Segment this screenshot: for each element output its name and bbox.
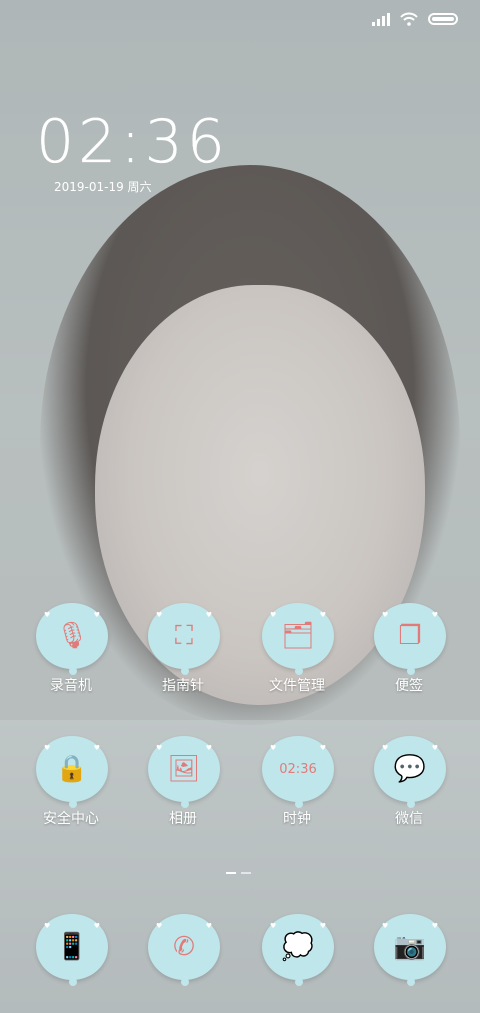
app-icon-bubble[interactable]: ♥ ♥ ⛶ [148, 603, 220, 675]
app-icon-bubble[interactable]: ♥ ♥ 📱 [36, 914, 108, 986]
app-icon-bubble[interactable]: ♥ ♥ 🎙 [36, 603, 108, 675]
app-icon-bubble[interactable]: ♥ ♥ 🗂 [262, 603, 334, 675]
app-icon-bubble[interactable]: ♥ ♥ 🔒 [36, 736, 108, 808]
page-dot [241, 872, 251, 874]
message-icon: 💭 [281, 932, 315, 962]
app-label: 时钟 [283, 811, 311, 827]
lock-icon: 🔒 [55, 754, 89, 784]
clock-icon: 02:36 [279, 761, 317, 777]
camera-icon: 📷 [393, 932, 427, 962]
app-label: 相册 [169, 811, 197, 827]
page-dot-active [226, 872, 236, 874]
wifi-icon [400, 12, 418, 26]
clock-date: 2019-01-19 周六 [54, 180, 152, 194]
app-icon-bubble[interactable]: ♥ ♥ ❐ [374, 603, 446, 675]
app-icon-bubble[interactable]: ♥ ♥ 📷 [374, 914, 446, 986]
app-icon-bubble[interactable]: ♥ ♥ 💬 [374, 736, 446, 808]
app-icon-bubble[interactable]: ♥ ♥ 02:36 [262, 736, 334, 808]
photo-icon: 🖼 [167, 754, 201, 784]
app-icon-bubble[interactable]: ♥ ♥ ✆ [148, 914, 220, 986]
clock-time: 02:36 [36, 107, 229, 177]
status-bar [372, 12, 458, 26]
folder-tray-icon: 🗂 [281, 621, 315, 651]
app-label: 文件管理 [269, 678, 325, 694]
microphone-icon: 🎙 [55, 621, 89, 651]
call-icon: ✆ [173, 932, 195, 962]
wechat-icon: 💬 [393, 754, 427, 784]
phone-device-icon: 📱 [55, 932, 89, 962]
app-label: 安全中心 [43, 811, 99, 827]
compass-icon: ⛶ [174, 621, 194, 651]
battery-icon [428, 13, 458, 25]
app-label: 微信 [395, 811, 423, 827]
app-icon-bubble[interactable]: ♥ ♥ 🖼 [148, 736, 220, 808]
page-indicator[interactable] [226, 872, 251, 874]
notes-icon: ❐ [398, 621, 422, 651]
app-label: 录音机 [50, 678, 92, 694]
app-label: 指南针 [162, 678, 204, 694]
app-label: 便签 [395, 678, 423, 694]
signal-bars-icon [372, 12, 390, 26]
app-icon-bubble[interactable]: ♥ ♥ 💭 [262, 914, 334, 986]
